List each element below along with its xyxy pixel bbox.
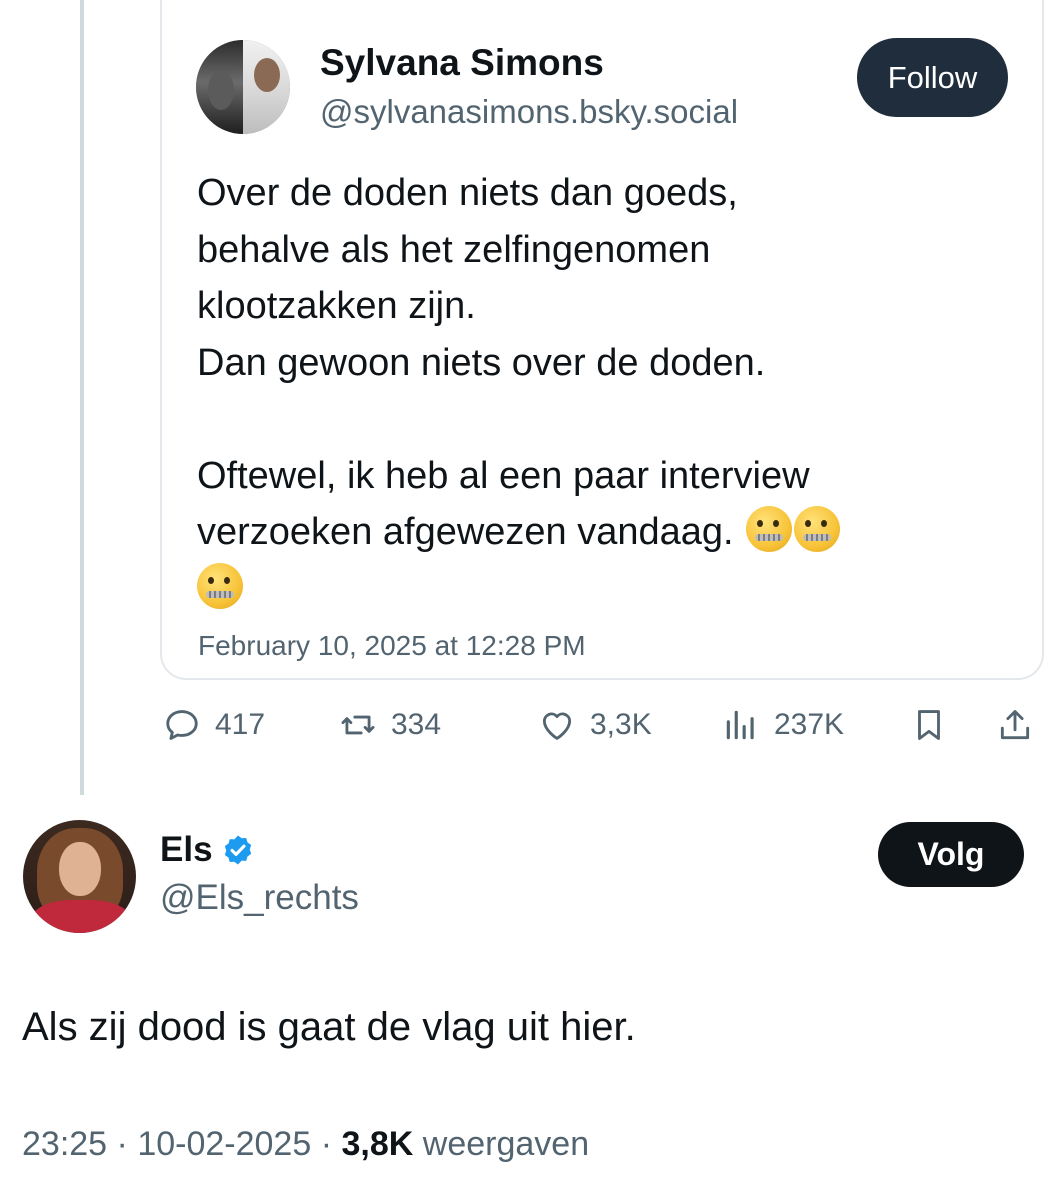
quoted-author-handle[interactable]: @sylvanasimons.bsky.social	[320, 93, 738, 131]
reply-count: 417	[215, 708, 266, 741]
share-button[interactable]	[996, 700, 1048, 750]
bookmark-button[interactable]	[910, 700, 962, 750]
bookmark-icon	[918, 710, 940, 740]
zipper-mouth-face-emoji	[197, 562, 243, 609]
quoted-post-body: Over de doden niets dan goeds, behalve a…	[197, 172, 810, 553]
views-count: 237K	[774, 708, 845, 741]
zipper-mouth-face-emoji	[746, 506, 793, 552]
reply-post-time[interactable]: 23:25	[22, 1125, 107, 1163]
quoted-author-avatar[interactable]	[196, 40, 290, 134]
reply-post-text: Als zij dood is gaat de vlag uit hier.	[22, 1005, 636, 1049]
like-icon	[542, 712, 572, 740]
verified-badge-icon	[224, 835, 251, 865]
reply-post-date[interactable]: 10-02-2025	[137, 1125, 311, 1163]
views-button[interactable]: 237K	[722, 700, 844, 750]
volg-follow-button[interactable]: Volg	[878, 822, 1024, 887]
reply-icon	[166, 710, 198, 740]
reply-author-avatar[interactable]	[23, 820, 136, 933]
share-icon	[1000, 710, 1030, 740]
reply-post-meta: 23:25 · 10-02-2025 · 3,8K weergaven	[22, 1125, 589, 1164]
zipper-mouth-face-emoji	[794, 506, 841, 552]
quoted-author-name[interactable]: Sylvana Simons	[320, 42, 604, 84]
quoted-post-text: Over de doden niets dan goeds, behalve a…	[197, 165, 997, 617]
reply-views-count: 3,8K	[341, 1125, 414, 1163]
like-count: 3,3K	[590, 708, 652, 741]
like-button[interactable]: 3,3K	[538, 700, 652, 750]
reply-author-handle[interactable]: @Els_rechts	[160, 878, 359, 918]
views-icon	[726, 710, 754, 740]
quoted-post-date[interactable]: February 10, 2025 at 12:28 PM	[198, 630, 586, 662]
reply-author-name[interactable]: Els	[160, 830, 213, 870]
post-actions-bar: 417 334 3,3K 237K	[0, 700, 1060, 750]
thread-connector-line	[80, 0, 84, 795]
reply-views-label: weergaven	[422, 1125, 590, 1163]
repost-icon	[341, 715, 375, 735]
reply-button[interactable]: 417	[163, 700, 265, 750]
repost-button[interactable]: 334	[339, 700, 441, 750]
repost-count: 334	[391, 708, 442, 741]
follow-button[interactable]: Follow	[857, 38, 1008, 117]
reply-author-name-row[interactable]: Els	[160, 830, 255, 870]
meta-separator: ·	[320, 1125, 333, 1163]
meta-separator: ·	[116, 1125, 128, 1163]
